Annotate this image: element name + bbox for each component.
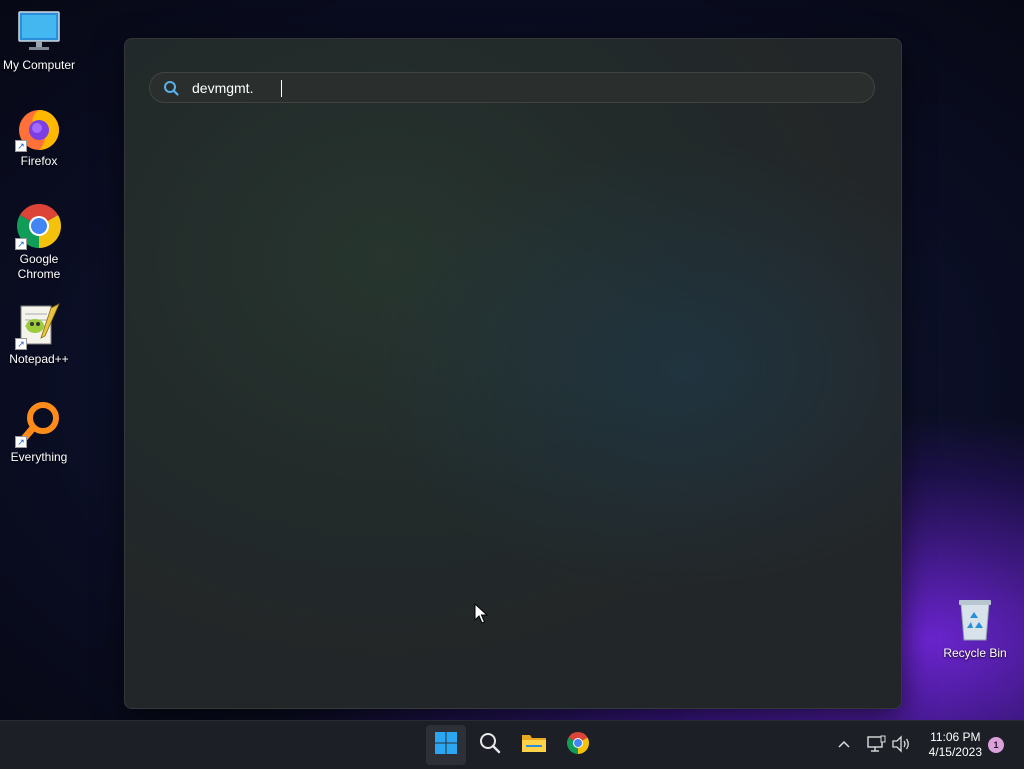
desktop-icon-google-chrome[interactable]: ↗ Google Chrome xyxy=(0,202,78,282)
desktop-icon-everything[interactable]: ↗ Everything xyxy=(0,400,78,465)
desktop-icon-firefox[interactable]: ↗ Firefox xyxy=(0,104,78,169)
desktop-icon-recycle-bin[interactable]: Recycle Bin xyxy=(936,596,1014,661)
search-box[interactable]: devmgmt. xyxy=(149,72,875,103)
desktop-icon-label: Notepad++ xyxy=(9,352,69,366)
mouse-cursor-icon xyxy=(474,602,489,625)
search-input[interactable]: devmgmt. xyxy=(192,77,852,99)
everything-icon: ↗ xyxy=(15,400,63,448)
desktop-icon-label: Google Chrome xyxy=(17,252,61,281)
monitor-icon xyxy=(15,8,63,56)
windows-logo-icon xyxy=(434,731,458,760)
chrome-icon: ↗ xyxy=(15,202,63,250)
notepadpp-icon: ↗ xyxy=(15,302,63,350)
firefox-icon: ↗ xyxy=(15,104,63,152)
recycle-bin-icon xyxy=(951,596,999,644)
desktop-icon-my-computer[interactable]: My Computer xyxy=(0,8,78,73)
file-explorer-button[interactable] xyxy=(514,725,554,765)
shortcut-arrow-icon: ↗ xyxy=(15,436,27,448)
desktop-icon-label: My Computer xyxy=(2,58,76,72)
shortcut-arrow-icon: ↗ xyxy=(15,238,27,250)
notification-badge[interactable]: 1 xyxy=(988,737,1004,753)
volume-icon[interactable] xyxy=(891,735,911,758)
shortcut-arrow-icon: ↗ xyxy=(15,338,27,350)
clock-time: 11:06 PM xyxy=(930,730,981,744)
desktop-icon-label: Recycle Bin xyxy=(943,646,1007,660)
start-button[interactable] xyxy=(426,725,466,765)
search-icon xyxy=(163,80,179,96)
chevron-up-icon[interactable] xyxy=(837,737,851,756)
clock[interactable]: 11:06 PM 4/15/2023 xyxy=(929,730,982,760)
search-icon xyxy=(479,732,501,759)
desktop-icon-label: Firefox xyxy=(20,154,58,168)
desktop-icon-label: Everything xyxy=(10,450,68,464)
network-icon[interactable] xyxy=(866,735,886,758)
taskbar-search-button[interactable] xyxy=(470,725,510,765)
shortcut-arrow-icon: ↗ xyxy=(15,140,27,152)
chrome-icon xyxy=(566,731,590,760)
folder-icon xyxy=(521,732,547,759)
clock-date: 4/15/2023 xyxy=(928,745,982,759)
search-panel: devmgmt. xyxy=(124,38,902,709)
text-caret xyxy=(281,80,282,97)
desktop-icon-notepadpp[interactable]: ↗ Notepad++ xyxy=(0,302,78,367)
chrome-taskbar-button[interactable] xyxy=(558,725,598,765)
taskbar: 11:06 PM 4/15/2023 1 xyxy=(0,720,1024,769)
